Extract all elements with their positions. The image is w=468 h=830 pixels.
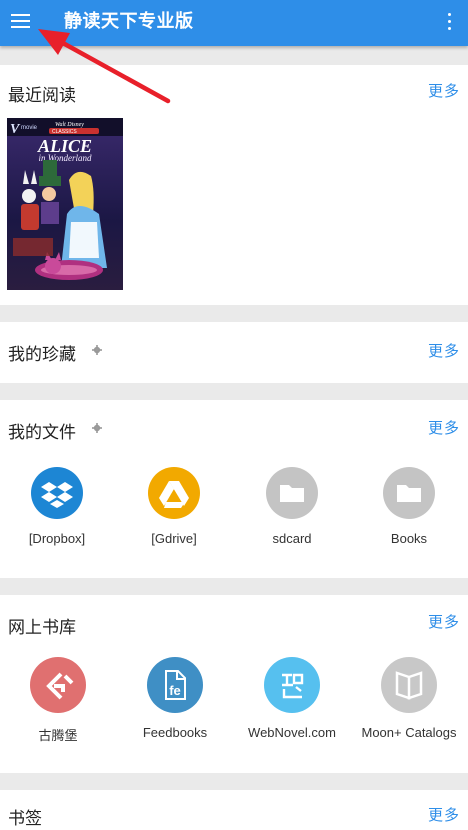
section-title-library: 网上书库: [8, 618, 76, 638]
more-vert-icon[interactable]: [438, 8, 462, 36]
files-more-link[interactable]: 更多: [428, 417, 460, 438]
catalog-gutenberg[interactable]: 古腾堡: [0, 657, 118, 744]
alice-cover-illustration: V movie Walt Disney CLASSICS ALICE in Wo…: [7, 118, 123, 290]
tile-label: 古腾堡: [38, 728, 78, 743]
section-title-recent: 最近阅读: [8, 86, 76, 106]
folder-icon: [266, 467, 318, 519]
google-drive-icon: [148, 467, 200, 519]
library-more-link[interactable]: 更多: [428, 611, 460, 632]
book-cover-alice[interactable]: V movie Walt Disney CLASSICS ALICE in Wo…: [7, 118, 123, 290]
feedbooks-icon: fe: [147, 657, 203, 713]
online-library-section: 网上书库 更多 古腾堡 fe Feedbooks WebNovel.com Mo…: [0, 595, 468, 773]
catalog-webnovel[interactable]: WebNovel.com: [232, 657, 352, 740]
dropbox-icon: [31, 467, 83, 519]
tile-label: Moon+ Catalogs: [361, 725, 457, 740]
favorites-section: 我的珍藏 更多: [0, 322, 468, 383]
tile-label: Feedbooks: [142, 725, 208, 740]
tile-label: sdcard: [272, 531, 312, 546]
svg-text:fe: fe: [169, 683, 181, 698]
catalog-feedbooks[interactable]: fe Feedbooks: [115, 657, 235, 740]
folder-icon: [383, 467, 435, 519]
file-source-dropbox[interactable]: [Dropbox]: [0, 467, 117, 546]
svg-text:Walt Disney: Walt Disney: [55, 122, 84, 128]
file-source-books[interactable]: Books: [349, 467, 468, 546]
file-source-gdrive[interactable]: [Gdrive]: [114, 467, 234, 546]
tile-label: [Gdrive]: [151, 531, 197, 546]
webnovel-icon: [264, 657, 320, 713]
tile-label: WebNovel.com: [248, 725, 336, 740]
tile-label: Books: [390, 531, 428, 546]
bookmarks-section: 书签 更多: [0, 790, 468, 830]
hamburger-menu-icon[interactable]: [8, 8, 34, 34]
open-book-icon: [381, 657, 437, 713]
file-source-sdcard[interactable]: sdcard: [232, 467, 352, 546]
app-bar: 静读天下专业版: [0, 0, 468, 46]
catalog-moonplus[interactable]: Moon+ Catalogs: [349, 657, 468, 740]
my-files-section: 我的文件 更多 [Dropbox] [Gdrive] sdcard Books: [0, 400, 468, 578]
section-title-files: 我的文件: [8, 423, 76, 443]
app-title: 静读天下专业版: [64, 11, 194, 32]
recent-more-link[interactable]: 更多: [428, 80, 460, 101]
favorites-more-link[interactable]: 更多: [428, 340, 460, 361]
svg-text:CLASSICS: CLASSICS: [52, 129, 77, 135]
gear-icon[interactable]: [92, 345, 102, 355]
section-title-bookmarks: 书签: [8, 809, 42, 829]
svg-text:movie: movie: [21, 125, 38, 131]
tile-label: [Dropbox]: [28, 531, 86, 546]
section-title-favorites: 我的珍藏: [8, 345, 76, 365]
recent-reading-section: 最近阅读 更多 V movie Walt Disney CLASSICS ALI…: [0, 65, 468, 305]
gear-icon[interactable]: [92, 423, 102, 433]
gutenberg-icon: [30, 657, 86, 713]
